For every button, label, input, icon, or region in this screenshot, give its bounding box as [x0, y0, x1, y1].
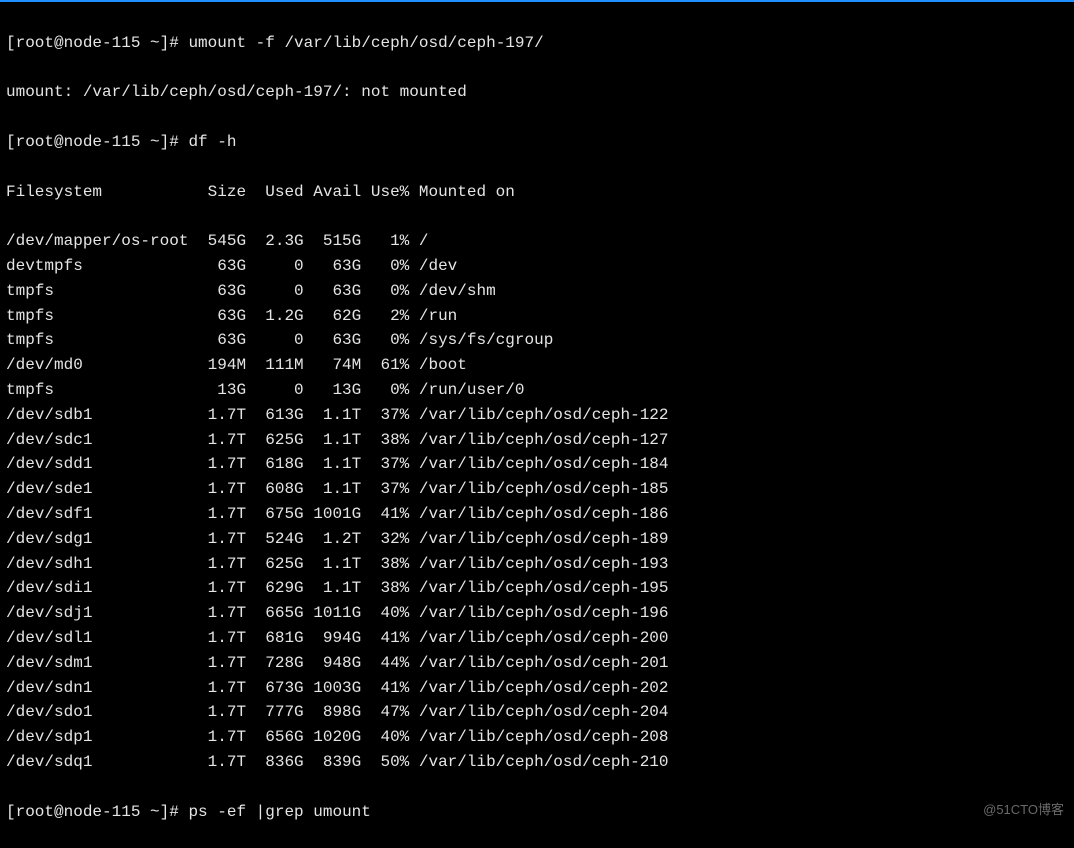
- df-row: /dev/sdp1 1.7T 656G 1020G 40% /var/lib/c…: [6, 725, 1068, 750]
- df-row: /dev/sdm1 1.7T 728G 948G 44% /var/lib/ce…: [6, 651, 1068, 676]
- command-df: df -h: [188, 133, 236, 151]
- terminal-window[interactable]: [root@node-115 ~]# umount -f /var/lib/ce…: [0, 0, 1074, 848]
- df-row: /dev/sdq1 1.7T 836G 839G 50% /var/lib/ce…: [6, 750, 1068, 775]
- prompt-line-1: [root@node-115 ~]# umount -f /var/lib/ce…: [6, 31, 1068, 56]
- df-row: /dev/sdb1 1.7T 613G 1.1T 37% /var/lib/ce…: [6, 403, 1068, 428]
- prompt-line-2: [root@node-115 ~]# df -h: [6, 130, 1068, 155]
- df-row: tmpfs 63G 0 63G 0% /sys/fs/cgroup: [6, 328, 1068, 353]
- df-row: /dev/sdo1 1.7T 777G 898G 47% /var/lib/ce…: [6, 700, 1068, 725]
- df-row: /dev/sdc1 1.7T 625G 1.1T 38% /var/lib/ce…: [6, 428, 1068, 453]
- prompt: [root@node-115 ~]#: [6, 133, 179, 151]
- umount-output: umount: /var/lib/ceph/osd/ceph-197/: not…: [6, 80, 1068, 105]
- df-row: /dev/sdi1 1.7T 629G 1.1T 38% /var/lib/ce…: [6, 576, 1068, 601]
- prompt: [root@node-115 ~]#: [6, 803, 179, 821]
- df-row: /dev/sdh1 1.7T 625G 1.1T 38% /var/lib/ce…: [6, 552, 1068, 577]
- df-row: devtmpfs 63G 0 63G 0% /dev: [6, 254, 1068, 279]
- df-row: tmpfs 13G 0 13G 0% /run/user/0: [6, 378, 1068, 403]
- df-row: /dev/sdj1 1.7T 665G 1011G 40% /var/lib/c…: [6, 601, 1068, 626]
- command-umount: umount -f /var/lib/ceph/osd/ceph-197/: [188, 34, 543, 52]
- df-row: /dev/sdg1 1.7T 524G 1.2T 32% /var/lib/ce…: [6, 527, 1068, 552]
- df-row: /dev/md0 194M 111M 74M 61% /boot: [6, 353, 1068, 378]
- prompt-line-3: [root@node-115 ~]# ps -ef |grep umount: [6, 800, 1068, 825]
- df-row: /dev/sdd1 1.7T 618G 1.1T 37% /var/lib/ce…: [6, 452, 1068, 477]
- df-row: /dev/sde1 1.7T 608G 1.1T 37% /var/lib/ce…: [6, 477, 1068, 502]
- prompt: [root@node-115 ~]#: [6, 34, 179, 52]
- df-row: tmpfs 63G 0 63G 0% /dev/shm: [6, 279, 1068, 304]
- df-row: tmpfs 63G 1.2G 62G 2% /run: [6, 304, 1068, 329]
- df-row: /dev/sdn1 1.7T 673G 1003G 41% /var/lib/c…: [6, 676, 1068, 701]
- df-header: Filesystem Size Used Avail Use% Mounted …: [6, 180, 1068, 205]
- command-ps: ps -ef |grep umount: [188, 803, 370, 821]
- df-row: /dev/sdl1 1.7T 681G 994G 41% /var/lib/ce…: [6, 626, 1068, 651]
- watermark: @51CTO博客: [983, 800, 1064, 820]
- df-row: /dev/mapper/os-root 545G 2.3G 515G 1% /: [6, 229, 1068, 254]
- df-row: /dev/sdf1 1.7T 675G 1001G 41% /var/lib/c…: [6, 502, 1068, 527]
